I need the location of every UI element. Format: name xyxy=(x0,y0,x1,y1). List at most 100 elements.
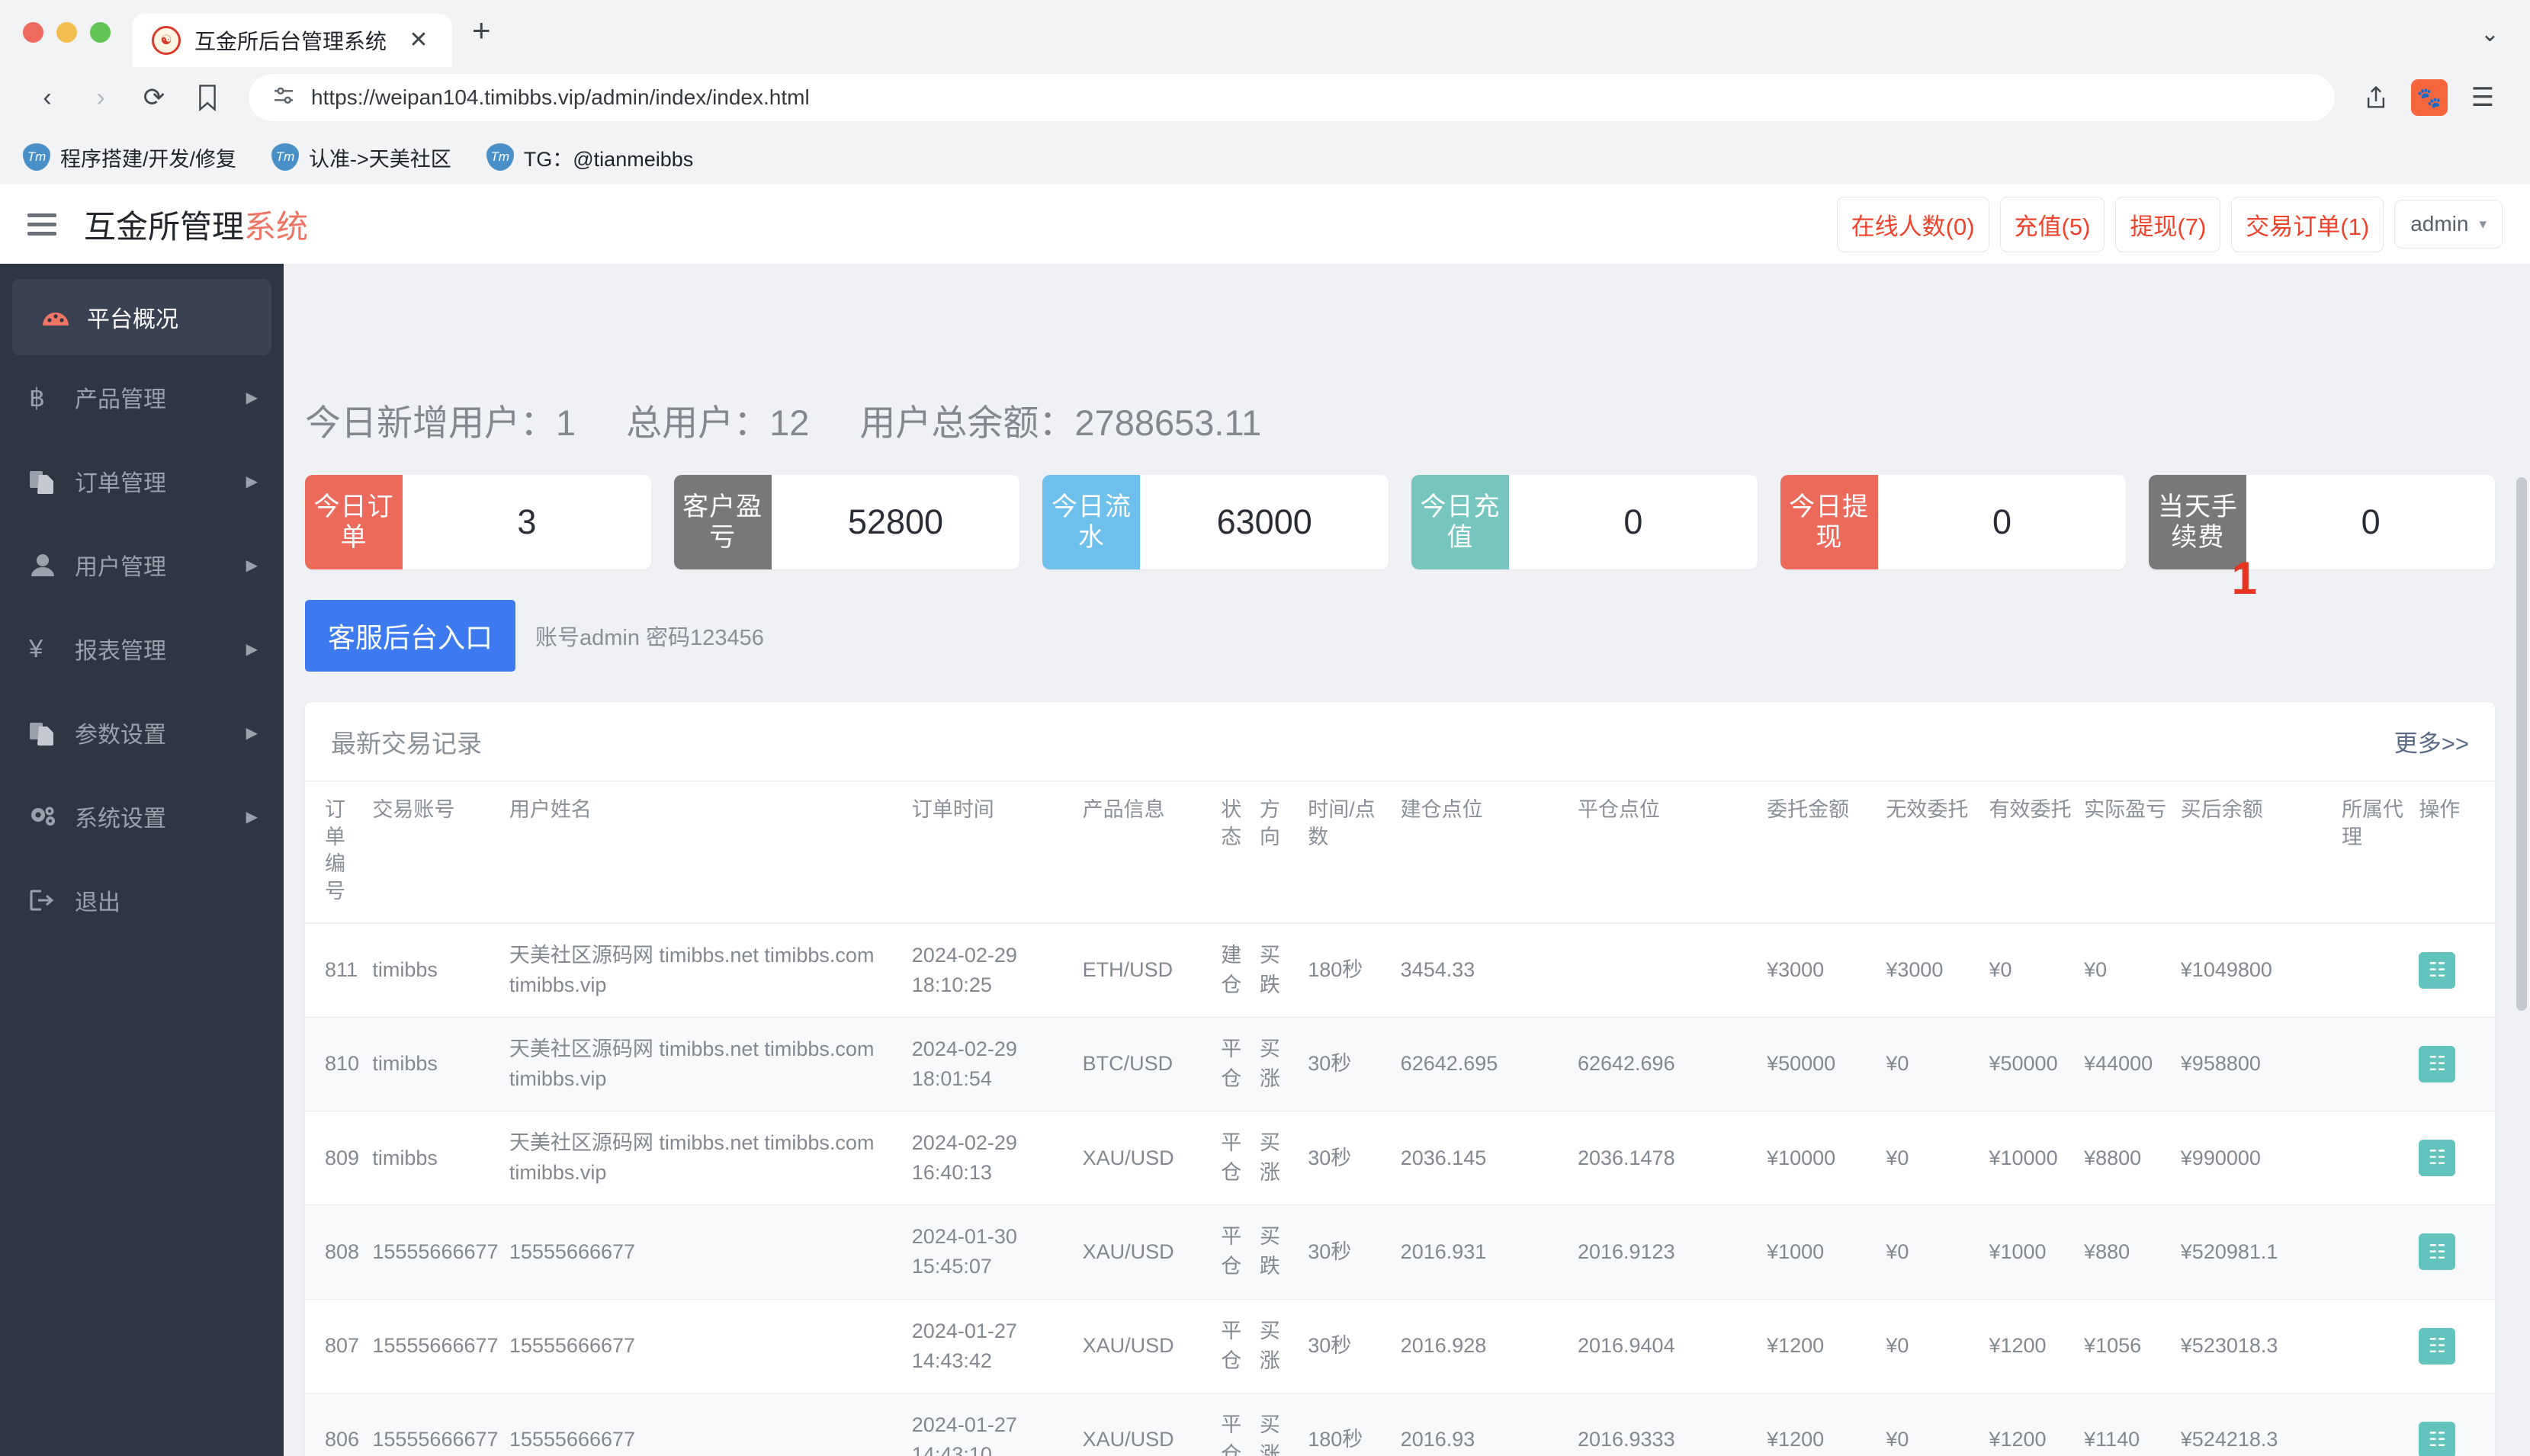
cell-order-time: 2024-01-27 14:43:42 xyxy=(907,1299,1078,1393)
chevron-right-icon: ▶ xyxy=(246,724,258,742)
stat-value: 0 xyxy=(2361,502,2381,541)
sidebar-item-params[interactable]: 参数设置 ▶ xyxy=(0,691,284,775)
sidebar: 平台概况 ฿ 产品管理 ▶ 订单管理 ▶ 用户管理 ▶ ¥ 报表管理 ▶ 参数设… xyxy=(0,264,284,1456)
cell-order-id: 806 xyxy=(305,1393,368,1456)
bookmark-item-1[interactable]: Tm 认准->天美社区 xyxy=(271,143,451,172)
table-row[interactable]: 807 15555666677 15555666677 2024-01-27 14:43… xyxy=(305,1299,2495,1393)
browser-menu-icon[interactable]: ☰ xyxy=(2458,73,2507,122)
cell-operation: ☷ xyxy=(2414,1017,2495,1112)
maximize-window-button[interactable] xyxy=(90,22,111,43)
sidebar-item-users[interactable]: 用户管理 ▶ xyxy=(0,523,284,607)
cell-direction: 买跌 xyxy=(1254,1204,1304,1300)
table-row[interactable]: 811 timibbs 天美社区源码网 timibbs.net timibbs.co… xyxy=(305,922,2495,1018)
stat-card-today-fee: 当天手续费 0 xyxy=(2149,475,2496,569)
document-copy-icon xyxy=(29,720,64,746)
online-count-button[interactable]: 在线人数(0) xyxy=(1836,196,1989,252)
header-actions: 在线人数(0) 充值(5) 提现(7) 交易订单(1) admin ▾ xyxy=(1836,196,2503,252)
support-backend-button[interactable]: 客服后台入口 xyxy=(305,600,516,672)
admin-application: 互金所管理系统 在线人数(0) 充值(5) 提现(7) 交易订单(1) admi… xyxy=(0,184,2530,1456)
cell-agent xyxy=(2336,1393,2415,1456)
cell-actual-pnl: ¥1056 xyxy=(2079,1299,2176,1393)
vertical-scrollbar[interactable] xyxy=(2516,477,2527,1011)
address-bar[interactable]: https://weipan104.timibbs.vip/admin/inde… xyxy=(249,74,2335,121)
cell-order-time: 2024-02-29 16:40:13 xyxy=(907,1111,1078,1206)
table-row[interactable]: 806 15555666677 15555666677 2024-01-27 14:43… xyxy=(305,1393,2495,1456)
cell-order-amount: ¥50000 xyxy=(1762,1017,1882,1112)
cell-order-id: 808 xyxy=(305,1204,368,1300)
list-icon[interactable]: ☷ xyxy=(2419,1140,2456,1177)
reload-icon[interactable]: ⟳ xyxy=(130,73,178,122)
cell-order-id: 809 xyxy=(305,1111,368,1206)
cell-actual-pnl: ¥1140 xyxy=(2079,1393,2176,1456)
cell-operation: ☷ xyxy=(2414,1393,2495,1456)
brave-shield-icon[interactable]: 🐾 xyxy=(2411,79,2448,116)
cell-direction: 买涨 xyxy=(1254,1393,1304,1456)
cell-duration: 30秒 xyxy=(1303,1299,1396,1393)
browser-tab[interactable]: ☯ 互金所后台管理系统 ✕ xyxy=(132,14,452,67)
table-row[interactable]: 810 timibbs 天美社区源码网 timibbs.net timibbs.co… xyxy=(305,1017,2495,1112)
cell-username: 天美社区源码网 timibbs.net timibbs.com timibbs.… xyxy=(504,1111,907,1206)
app-header: 互金所管理系统 在线人数(0) 充值(5) 提现(7) 交易订单(1) admi… xyxy=(0,184,2530,264)
cell-account: 15555666677 xyxy=(368,1204,505,1300)
list-icon[interactable]: ☷ xyxy=(2419,1422,2456,1456)
share-icon[interactable] xyxy=(2352,73,2400,122)
stat-cards-row: 今日订单 3 客户盈亏 52800 今日流水 63000 今日充值 0 今日提现 xyxy=(284,446,2530,569)
cell-balance-after: ¥523018.3 xyxy=(2175,1299,2337,1393)
cell-open-price: 2016.928 xyxy=(1395,1299,1573,1393)
cell-order-amount: ¥1200 xyxy=(1762,1299,1882,1393)
cell-invalid-amount: ¥0 xyxy=(1881,1393,1985,1456)
forward-button[interactable]: › xyxy=(76,73,125,122)
cell-status: 平仓 xyxy=(1216,1111,1255,1206)
recharge-button[interactable]: 充值(5) xyxy=(1999,196,2105,252)
hamburger-icon[interactable] xyxy=(27,213,56,236)
sidebar-item-orders[interactable]: 订单管理 ▶ xyxy=(0,439,284,523)
list-icon[interactable]: ☷ xyxy=(2419,1233,2456,1271)
chevron-down-icon[interactable]: ⌄ xyxy=(2480,21,2530,66)
panel-header: 最新交易记录 更多>> xyxy=(305,702,2495,781)
total-users: 总用户：12 xyxy=(626,402,810,443)
page-title: 互金所管理系统 xyxy=(84,201,308,248)
cell-order-id: 811 xyxy=(305,922,368,1018)
close-tab-icon[interactable]: ✕ xyxy=(403,29,434,52)
back-button[interactable]: ‹ xyxy=(23,73,72,122)
cell-valid-amount: ¥1200 xyxy=(1984,1393,2080,1456)
sidebar-item-reports[interactable]: ¥ 报表管理 ▶ xyxy=(0,607,284,691)
table-row[interactable]: 809 timibbs 天美社区源码网 timibbs.net timibbs.co… xyxy=(305,1111,2495,1206)
site-settings-icon[interactable] xyxy=(271,84,296,112)
close-window-button[interactable] xyxy=(23,22,43,43)
col-account: 交易账号 xyxy=(368,781,505,924)
transactions-body: 811 timibbs 天美社区源码网 timibbs.net timibbs.co… xyxy=(305,922,2495,1456)
cell-order-time: 2024-01-30 15:45:07 xyxy=(907,1204,1078,1300)
more-link[interactable]: 更多>> xyxy=(2394,724,2469,758)
transactions-table: 订单编号 交易账号 用户姓名 订单时间 产品信息 状态 方向 时间/点数 建仓点… xyxy=(305,781,2495,1456)
sidebar-item-system[interactable]: 系统设置 ▶ xyxy=(0,775,284,858)
chevron-right-icon: ▶ xyxy=(246,473,258,490)
cell-agent xyxy=(2336,1017,2415,1112)
cell-status: 平仓 xyxy=(1216,1299,1255,1393)
cell-order-id: 810 xyxy=(305,1017,368,1112)
new-users-today: 今日新增用户：1 xyxy=(305,402,576,443)
sidebar-item-logout[interactable]: 退出 xyxy=(0,858,284,942)
bookmark-icon[interactable] xyxy=(183,73,232,122)
bookmark-item-0[interactable]: Tm 程序搭建/开发/修复 xyxy=(23,143,236,172)
list-icon[interactable]: ☷ xyxy=(2419,1327,2456,1365)
new-tab-button[interactable]: + xyxy=(472,12,491,66)
trade-order-button[interactable]: 交易订单(1) xyxy=(2231,196,2384,252)
sidebar-item-label: 系统设置 xyxy=(75,807,166,832)
stat-tag-label: 今日订单 xyxy=(313,492,394,552)
user-menu[interactable]: admin ▾ xyxy=(2394,200,2503,249)
bookmark-item-2[interactable]: Tm TG：@tianmeibbs xyxy=(486,143,693,172)
cell-close-price: 2016.9123 xyxy=(1572,1204,1763,1300)
withdraw-button[interactable]: 提现(7) xyxy=(2115,196,2221,252)
sidebar-item-label: 参数设置 xyxy=(75,723,166,748)
col-order-amount: 委托金额 xyxy=(1762,781,1882,924)
table-row[interactable]: 808 15555666677 15555666677 2024-01-30 15:45… xyxy=(305,1204,2495,1300)
sidebar-item-products[interactable]: ฿ 产品管理 ▶ xyxy=(0,355,284,439)
sidebar-item-dashboard[interactable]: 平台概况 xyxy=(12,279,271,355)
list-icon[interactable]: ☷ xyxy=(2419,951,2456,989)
cell-valid-amount: ¥0 xyxy=(1984,922,2080,1018)
list-icon[interactable]: ☷ xyxy=(2419,1045,2456,1082)
stat-tag: 客户盈亏 xyxy=(673,475,772,569)
minimize-window-button[interactable] xyxy=(56,22,77,43)
chevron-right-icon: ▶ xyxy=(246,808,258,826)
